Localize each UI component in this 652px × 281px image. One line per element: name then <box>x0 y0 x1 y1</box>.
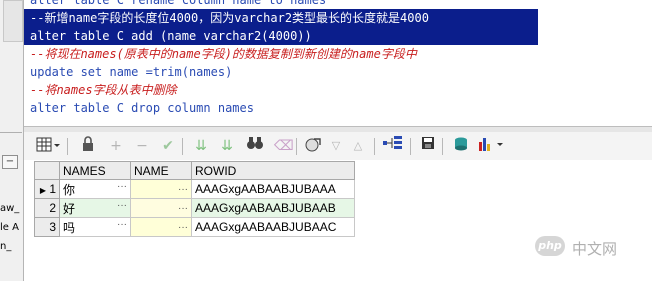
toolbar-separator <box>410 138 411 155</box>
chart-icon[interactable] <box>478 136 508 156</box>
toolbar-separator <box>182 138 183 155</box>
left-item-label[interactable]: n_ <box>0 241 11 252</box>
left-divider <box>0 132 22 133</box>
column-header-rowid[interactable]: ROWID <box>191 161 355 180</box>
left-scrollbar[interactable] <box>3 0 23 42</box>
code-line-selected[interactable]: --新增name字段的长度位4000，因为varchar2类型最长的长度就是40… <box>24 9 538 27</box>
left-panel: − aw_ le A n_ <box>0 0 24 281</box>
grid-toolbar: + − ✔ ⇊ ⇊ ⌫ ▽ △ <box>24 132 652 160</box>
result-grid: NAMES NAME ROWID ▶ 1 你 ··· ··· AAAGxgAABA… <box>34 161 355 237</box>
ellipsis-button[interactable]: ··· <box>178 184 188 195</box>
row-number[interactable]: 3 <box>34 217 60 237</box>
row-number[interactable]: 2 <box>34 198 60 218</box>
ellipsis-button[interactable]: ··· <box>117 200 127 211</box>
toolbar-separator <box>67 138 68 155</box>
code-line[interactable]: alter table C drop column names <box>30 99 254 117</box>
row-number-text: 1 <box>49 182 56 196</box>
collapse-button[interactable]: − <box>2 155 18 169</box>
watermark-logo: php <box>535 236 565 256</box>
grid-view-icon[interactable] <box>35 136 61 156</box>
double-down-icon[interactable]: ⇊ <box>192 136 210 156</box>
cell-names[interactable]: 你 ··· <box>59 179 131 199</box>
cell-names-value: 好 <box>63 201 76 216</box>
save-icon[interactable] <box>420 136 436 156</box>
database-icon[interactable] <box>452 136 470 156</box>
cell-names[interactable]: 吗 ··· <box>59 217 131 237</box>
sql-editor[interactable]: alter table C rename column name to name… <box>24 0 652 126</box>
table-row[interactable]: 2 好 ··· ··· AAAGxgAABAABJUBAAB <box>34 198 355 218</box>
cell-name[interactable]: ··· <box>130 217 192 237</box>
column-header-name[interactable]: NAME <box>130 161 192 180</box>
ellipsis-button[interactable]: ··· <box>117 181 127 192</box>
plus-icon[interactable]: + <box>108 136 124 156</box>
triangle-down-icon[interactable]: ▽ <box>329 136 343 156</box>
watermark-text: 中文网 <box>572 240 618 258</box>
binoculars-icon[interactable] <box>246 136 264 156</box>
left-item-label[interactable]: le A <box>0 222 19 233</box>
cell-names-value: 你 <box>63 182 76 197</box>
code-line-selected[interactable]: alter table C add (name varchar2(4000)) <box>24 27 538 45</box>
export-icon[interactable] <box>304 136 322 156</box>
cell-name[interactable]: ··· <box>130 179 192 199</box>
ellipsis-button[interactable]: ··· <box>178 222 188 233</box>
cell-rowid[interactable]: AAAGxgAABAABJUBAAA <box>191 179 355 199</box>
toolbar-separator <box>296 138 297 155</box>
column-header-names[interactable]: NAMES <box>59 161 131 180</box>
toolbar-separator <box>442 138 443 155</box>
tree-icon[interactable] <box>382 136 404 156</box>
ellipsis-button[interactable]: ··· <box>117 219 127 230</box>
table-row[interactable]: ▶ 1 你 ··· ··· AAAGxgAABAABJUBAAA <box>34 179 355 199</box>
cell-name[interactable]: ··· <box>130 198 192 218</box>
grid-corner <box>34 161 60 180</box>
check-icon[interactable]: ✔ <box>160 136 176 156</box>
row-pointer-icon: ▶ <box>39 186 46 195</box>
cell-names-value: 吗 <box>63 220 76 235</box>
triangle-up-icon[interactable]: △ <box>351 136 365 156</box>
ellipsis-button[interactable]: ··· <box>178 203 188 214</box>
table-row[interactable]: 3 吗 ··· ··· AAAGxgAABAABJUBAAC <box>34 217 355 237</box>
cell-names[interactable]: 好 ··· <box>59 198 131 218</box>
code-comment[interactable]: --将现在names(原表中的name字段)的数据复制到新创建的name字段中 <box>30 45 417 63</box>
left-item-label[interactable]: aw_ <box>0 203 19 214</box>
double-down-alt-icon[interactable]: ⇊ <box>218 136 236 156</box>
minus-icon[interactable]: − <box>134 136 150 156</box>
cell-rowid[interactable]: AAAGxgAABAABJUBAAC <box>191 217 355 237</box>
code-comment[interactable]: --将names字段从表中删除 <box>30 81 177 99</box>
lock-icon[interactable] <box>80 136 96 156</box>
row-number[interactable]: ▶ 1 <box>34 179 60 199</box>
code-line[interactable]: alter table C rename column name to name… <box>30 0 326 9</box>
code-line[interactable]: update set name =trim(names) <box>30 63 232 81</box>
toolbar-separator <box>374 138 375 155</box>
eraser-icon[interactable]: ⌫ <box>274 136 294 156</box>
cell-rowid[interactable]: AAAGxgAABAABJUBAAB <box>191 198 355 218</box>
